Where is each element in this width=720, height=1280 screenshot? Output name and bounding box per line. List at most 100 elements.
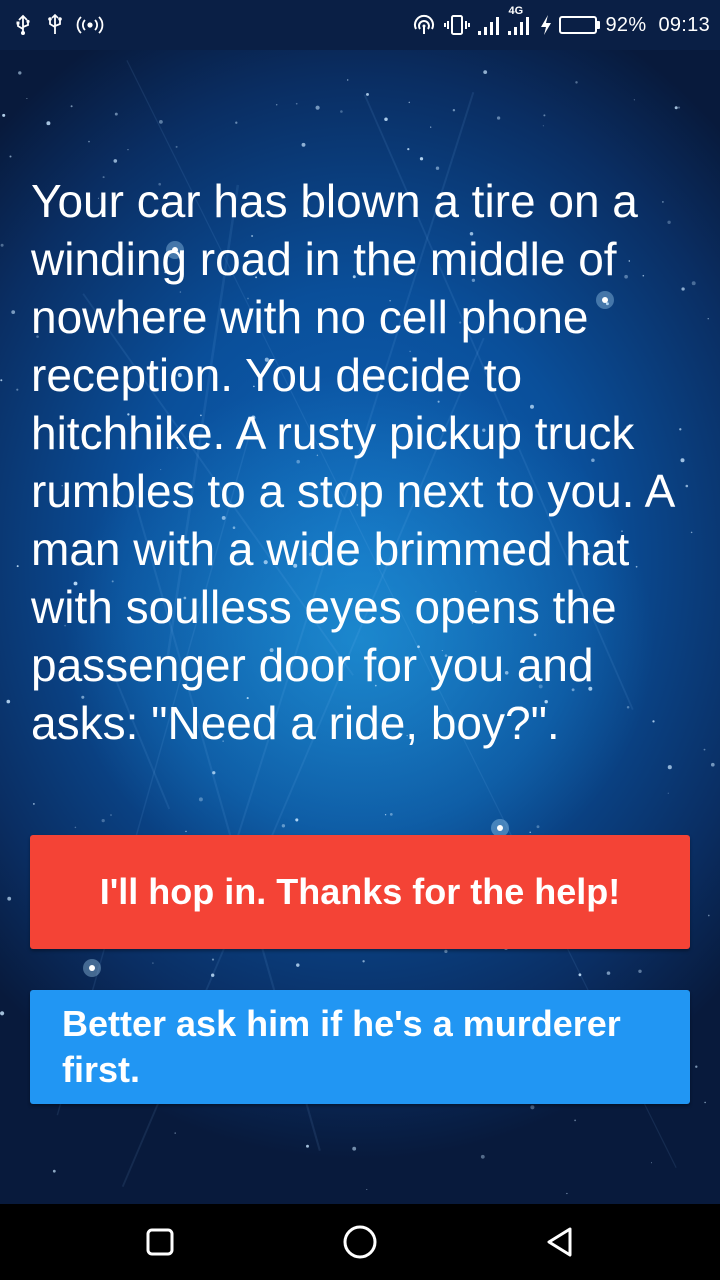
star — [536, 825, 540, 829]
star — [52, 1169, 56, 1173]
story-text: Your car has blown a tire on a winding r… — [31, 175, 673, 749]
star — [9, 155, 12, 158]
star — [542, 125, 544, 127]
star — [296, 963, 300, 967]
network-type-label: 4G — [508, 5, 524, 17]
star — [26, 97, 28, 100]
charging-icon — [539, 14, 553, 36]
star — [444, 949, 448, 954]
star — [152, 962, 154, 964]
back-triangle-icon — [547, 1227, 572, 1257]
star — [677, 106, 681, 109]
star — [281, 824, 286, 828]
usb-debug-icon — [44, 14, 66, 36]
star — [88, 140, 90, 143]
home-circle-icon — [343, 1225, 377, 1259]
star — [496, 116, 501, 120]
status-bar: 4G 92% 09:13 — [0, 0, 720, 50]
star — [0, 243, 4, 247]
star — [384, 814, 387, 816]
star — [352, 1146, 357, 1151]
star — [366, 92, 369, 96]
star — [575, 81, 578, 84]
star — [198, 797, 203, 802]
star — [650, 1162, 653, 1164]
star — [74, 826, 77, 829]
star — [16, 565, 19, 568]
star — [633, 99, 636, 101]
star — [566, 1192, 568, 1195]
star — [674, 106, 678, 110]
battery-icon — [558, 16, 600, 34]
star — [113, 159, 118, 163]
star — [578, 973, 582, 977]
signal-icon — [477, 14, 501, 36]
star — [667, 792, 669, 794]
star — [0, 379, 3, 382]
home-button[interactable] — [310, 1204, 410, 1280]
star — [408, 101, 411, 104]
star — [114, 112, 118, 116]
4g-signal-icon: 4G — [507, 5, 533, 36]
star — [362, 960, 365, 963]
star — [295, 102, 298, 105]
recents-square-icon — [146, 1228, 174, 1256]
game-screen: 4G 92% 09:13 Your car has blown a tire o… — [0, 0, 720, 1280]
star — [407, 147, 410, 151]
star — [18, 71, 22, 75]
star — [430, 126, 432, 128]
star — [574, 1119, 576, 1122]
star — [710, 762, 715, 767]
star — [235, 121, 238, 124]
navigation-bar — [0, 1204, 720, 1280]
star — [435, 166, 440, 170]
star — [606, 971, 611, 975]
star — [707, 914, 710, 917]
star — [529, 831, 531, 834]
star — [667, 765, 672, 770]
star — [211, 958, 215, 961]
star — [480, 1154, 485, 1159]
star — [275, 104, 278, 106]
star — [70, 105, 73, 108]
clock: 09:13 — [658, 13, 710, 36]
back-button[interactable] — [510, 1204, 610, 1280]
star — [340, 110, 343, 113]
star — [2, 113, 6, 117]
sparkle — [497, 825, 503, 831]
star — [295, 818, 299, 822]
star — [46, 121, 51, 126]
star — [6, 699, 11, 704]
star — [127, 149, 129, 151]
star — [174, 1132, 176, 1134]
nfc-icon — [411, 13, 437, 37]
usb-icon — [12, 14, 34, 36]
vibrate-icon — [443, 13, 471, 37]
star — [695, 1065, 698, 1068]
star — [175, 145, 178, 148]
star — [366, 1188, 368, 1191]
star — [384, 117, 388, 122]
star — [315, 105, 320, 110]
star — [483, 70, 488, 75]
star — [11, 310, 16, 314]
recents-button[interactable] — [110, 1204, 210, 1280]
star — [101, 818, 105, 823]
star — [704, 1101, 706, 1104]
star — [707, 318, 709, 320]
star — [306, 1144, 309, 1148]
star — [185, 830, 187, 833]
star — [452, 108, 456, 112]
star — [159, 120, 163, 124]
battery-percentage: 92% — [605, 13, 647, 36]
star — [16, 388, 19, 391]
star — [211, 973, 215, 977]
star — [543, 114, 546, 117]
choice-button-hop-in[interactable]: I'll hop in. Thanks for the help! — [30, 835, 690, 949]
choice-button-ask-murderer[interactable]: Better ask him if he's a murderer first. — [30, 990, 690, 1104]
star — [703, 748, 706, 751]
star — [301, 142, 306, 147]
star — [33, 803, 35, 805]
star — [530, 1105, 535, 1110]
star — [7, 896, 12, 901]
